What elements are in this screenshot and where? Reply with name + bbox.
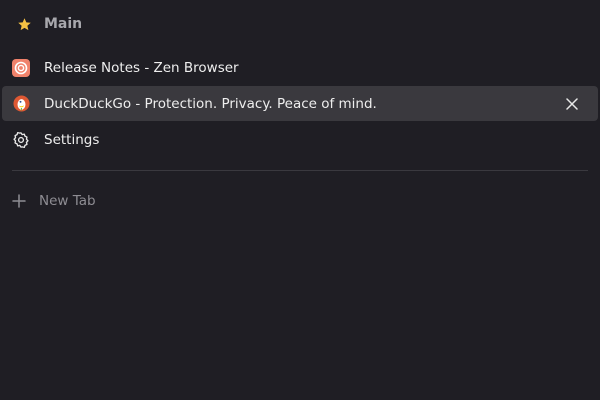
workspace-title: Main (44, 16, 83, 32)
new-tab-label: New Tab (39, 193, 96, 209)
new-tab-button[interactable]: New Tab (0, 184, 600, 218)
tab-label: Settings (44, 131, 100, 148)
duckduckgo-favicon-icon (12, 95, 30, 113)
vertical-tab-sidebar: Main Release Notes - Zen Browser DuckDuc… (0, 0, 600, 400)
tab-settings[interactable]: Settings (2, 122, 598, 157)
gear-icon (12, 131, 30, 149)
tab-release-notes[interactable]: Release Notes - Zen Browser (2, 50, 598, 85)
workspace-header[interactable]: Main (0, 0, 600, 48)
tab-label: DuckDuckGo - Protection. Privacy. Peace … (44, 95, 377, 112)
plus-icon (11, 193, 27, 209)
tab-duckduckgo[interactable]: DuckDuckGo - Protection. Privacy. Peace … (2, 86, 598, 121)
tab-list: Release Notes - Zen Browser DuckDuckGo -… (0, 50, 600, 157)
star-icon (16, 16, 32, 32)
close-icon[interactable] (564, 96, 580, 112)
zen-favicon-icon (12, 58, 30, 77)
tab-divider (12, 170, 588, 171)
tab-label: Release Notes - Zen Browser (44, 59, 239, 76)
